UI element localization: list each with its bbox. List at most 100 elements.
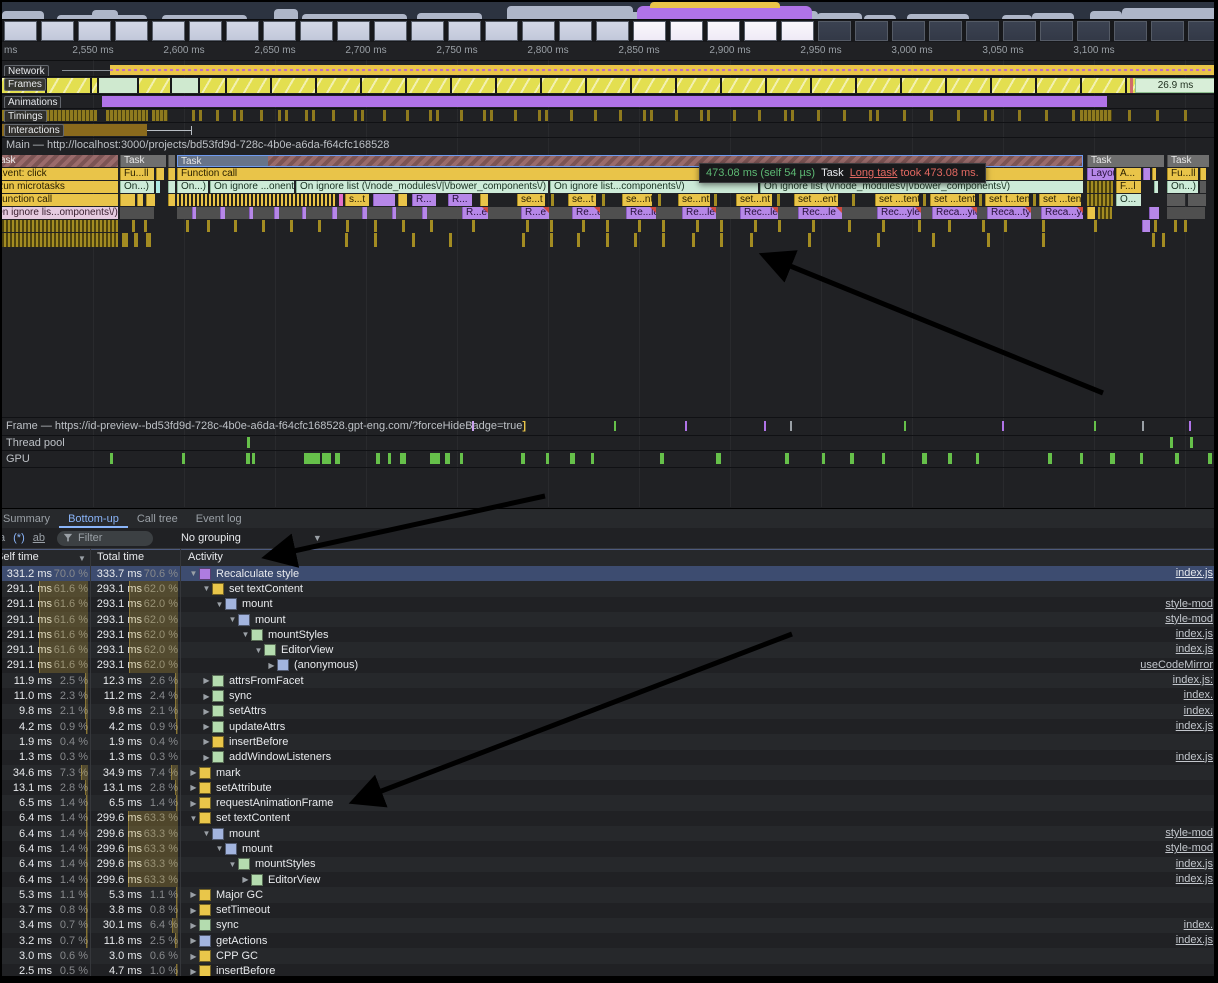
- flame-segment[interactable]: [1004, 220, 1007, 232]
- flame-segment[interactable]: [480, 194, 488, 206]
- filmstrip-thumbnail[interactable]: [818, 21, 851, 41]
- flame-segment[interactable]: [551, 194, 554, 206]
- flame-segment[interactable]: [1087, 181, 1113, 193]
- collapse-arrow-icon[interactable]: ▶: [201, 737, 212, 746]
- table-row[interactable]: 1.9 ms0.4 %1.9 ms0.4 %▶insertBefore: [2, 734, 1214, 749]
- flame-segment[interactable]: [812, 220, 815, 232]
- flame-segment[interactable]: set ...tent: [930, 194, 975, 206]
- flame-segment[interactable]: [662, 233, 665, 247]
- filmstrip-thumbnail[interactable]: [929, 21, 962, 41]
- filmstrip-thumbnail[interactable]: [966, 21, 999, 41]
- collapse-arrow-icon[interactable]: ▶: [266, 661, 277, 670]
- flame-segment[interactable]: [345, 233, 348, 247]
- flame-segment[interactable]: [1087, 207, 1095, 219]
- collapse-arrow-icon[interactable]: ▶: [188, 783, 199, 792]
- frame-duration-badge[interactable]: 26.9 ms: [1135, 78, 1214, 93]
- flame-segment[interactable]: [156, 168, 164, 180]
- table-row[interactable]: 291.1 ms61.6 %293.1 ms62.0 %▼mountstyle-…: [2, 597, 1214, 612]
- table-row[interactable]: 6.4 ms1.4 %299.6 ms63.3 %▶EditorViewinde…: [2, 872, 1214, 887]
- column-header-self-time[interactable]: Self time: [2, 551, 39, 563]
- flame-segment[interactable]: [948, 220, 951, 232]
- collapse-arrow-icon[interactable]: ▶: [188, 921, 199, 930]
- filmstrip-thumbnail[interactable]: [1003, 21, 1036, 41]
- table-row[interactable]: 13.1 ms2.8 %13.1 ms2.8 %▶setAttribute: [2, 780, 1214, 795]
- source-link[interactable]: style-mod: [1165, 827, 1213, 839]
- flame-segment[interactable]: [339, 194, 343, 206]
- flame-segment[interactable]: On...): [177, 181, 208, 193]
- flame-segment[interactable]: F...l: [1116, 181, 1141, 193]
- table-row[interactable]: 5.3 ms1.1 %5.3 ms1.1 %▶Major GC: [2, 887, 1214, 902]
- expand-arrow-icon[interactable]: ▼: [201, 829, 212, 838]
- tab-bottom-up[interactable]: Bottom-up: [59, 509, 128, 528]
- flame-segment[interactable]: [120, 207, 154, 219]
- flame-segment[interactable]: [692, 233, 695, 247]
- filmstrip-thumbnail[interactable]: [448, 21, 481, 41]
- flame-segment[interactable]: [918, 220, 921, 232]
- filmstrip-thumbnail[interactable]: [744, 21, 777, 41]
- flame-segment[interactable]: [696, 220, 699, 232]
- flame-segment[interactable]: set t...tent: [985, 194, 1029, 206]
- flame-segment[interactable]: [362, 207, 367, 219]
- frames-track[interactable]: 26.9 ms Frames: [2, 77, 1214, 95]
- flame-segment[interactable]: [168, 194, 175, 206]
- flame-segment[interactable]: [987, 233, 990, 247]
- source-link[interactable]: index.js: [1176, 628, 1213, 640]
- table-row[interactable]: 331.2 ms70.0 %333.7 ms70.6 %▼Recalculate…: [2, 566, 1214, 581]
- filmstrip-thumbnail[interactable]: [781, 21, 814, 41]
- flame-segment[interactable]: [122, 233, 128, 247]
- flame-segment[interactable]: [234, 220, 237, 232]
- flame-segment[interactable]: Run microtasks: [2, 181, 118, 193]
- long-task-link[interactable]: Long task: [850, 167, 898, 179]
- table-row[interactable]: 2.5 ms0.5 %4.7 ms1.0 %▶insertBefore: [2, 964, 1214, 976]
- expand-arrow-icon[interactable]: ▼: [188, 569, 199, 578]
- expand-arrow-icon[interactable]: ▼: [188, 814, 199, 823]
- flame-segment[interactable]: [877, 233, 880, 247]
- flame-segment[interactable]: s...t: [345, 194, 369, 206]
- flame-segment[interactable]: R...e: [521, 207, 549, 219]
- flame-segment[interactable]: Reca...yle: [1041, 207, 1083, 219]
- source-link[interactable]: style-mod: [1165, 613, 1213, 625]
- frame-track[interactable]: Frame — https://id-preview--bd53fd9d-728…: [2, 417, 1214, 436]
- expand-arrow-icon[interactable]: ▼: [214, 600, 225, 609]
- flame-segment[interactable]: [577, 233, 580, 247]
- flame-segment[interactable]: [1154, 181, 1158, 193]
- table-row[interactable]: 3.4 ms0.7 %30.1 ms6.4 %▶syncindex.: [2, 918, 1214, 933]
- flame-segment[interactable]: [1200, 168, 1206, 180]
- flame-segment[interactable]: Task: [1167, 155, 1209, 167]
- flame-segment[interactable]: [982, 220, 985, 232]
- table-row[interactable]: 291.1 ms61.6 %293.1 ms62.0 %▼mountStyles…: [2, 627, 1214, 642]
- flame-segment[interactable]: Rec...yle: [877, 207, 921, 219]
- flame-segment[interactable]: [2, 220, 118, 232]
- source-link[interactable]: style-mod: [1165, 842, 1213, 854]
- flame-segment[interactable]: [120, 194, 135, 206]
- flame-segment[interactable]: A...: [1116, 168, 1141, 180]
- flame-segment[interactable]: [550, 220, 553, 232]
- flame-segment[interactable]: [318, 220, 321, 232]
- flame-segment[interactable]: [1094, 220, 1097, 232]
- flame-segment[interactable]: set ...tent: [1039, 194, 1081, 206]
- table-row[interactable]: 3.0 ms0.6 %3.0 ms0.6 %▶CPP GC: [2, 948, 1214, 963]
- filmstrip-thumbnail[interactable]: [855, 21, 888, 41]
- flame-segment[interactable]: Re...le: [682, 207, 716, 219]
- flame-segment[interactable]: [1162, 233, 1165, 247]
- flame-segment[interactable]: [634, 233, 637, 247]
- table-row[interactable]: 6.4 ms1.4 %299.6 ms63.3 %▼set textConten…: [2, 811, 1214, 826]
- filmstrip-thumbnail[interactable]: [596, 21, 629, 41]
- flame-segment[interactable]: [750, 233, 753, 247]
- flame-segment[interactable]: [144, 220, 147, 232]
- tab-event-log[interactable]: Event log: [187, 509, 251, 528]
- flame-segment[interactable]: set ...tent: [875, 194, 919, 206]
- flame-segment[interactable]: [134, 233, 138, 247]
- flame-segment[interactable]: R...: [412, 194, 436, 206]
- main-thread-header[interactable]: Main — http://localhost:3000/projects/bd…: [2, 139, 1214, 154]
- expand-arrow-icon[interactable]: ▼: [227, 860, 238, 869]
- filmstrip-thumbnail[interactable]: [41, 21, 74, 41]
- filmstrip-thumbnail[interactable]: [4, 21, 37, 41]
- column-header-total-time[interactable]: Total time: [97, 551, 144, 563]
- flame-segment[interactable]: [720, 220, 723, 232]
- flame-segment[interactable]: [177, 194, 337, 206]
- flame-segment[interactable]: [137, 194, 143, 206]
- collapse-arrow-icon[interactable]: ▶: [188, 906, 199, 915]
- flame-segment[interactable]: Event: click: [2, 168, 118, 180]
- filmstrip-thumbnail[interactable]: [300, 21, 333, 41]
